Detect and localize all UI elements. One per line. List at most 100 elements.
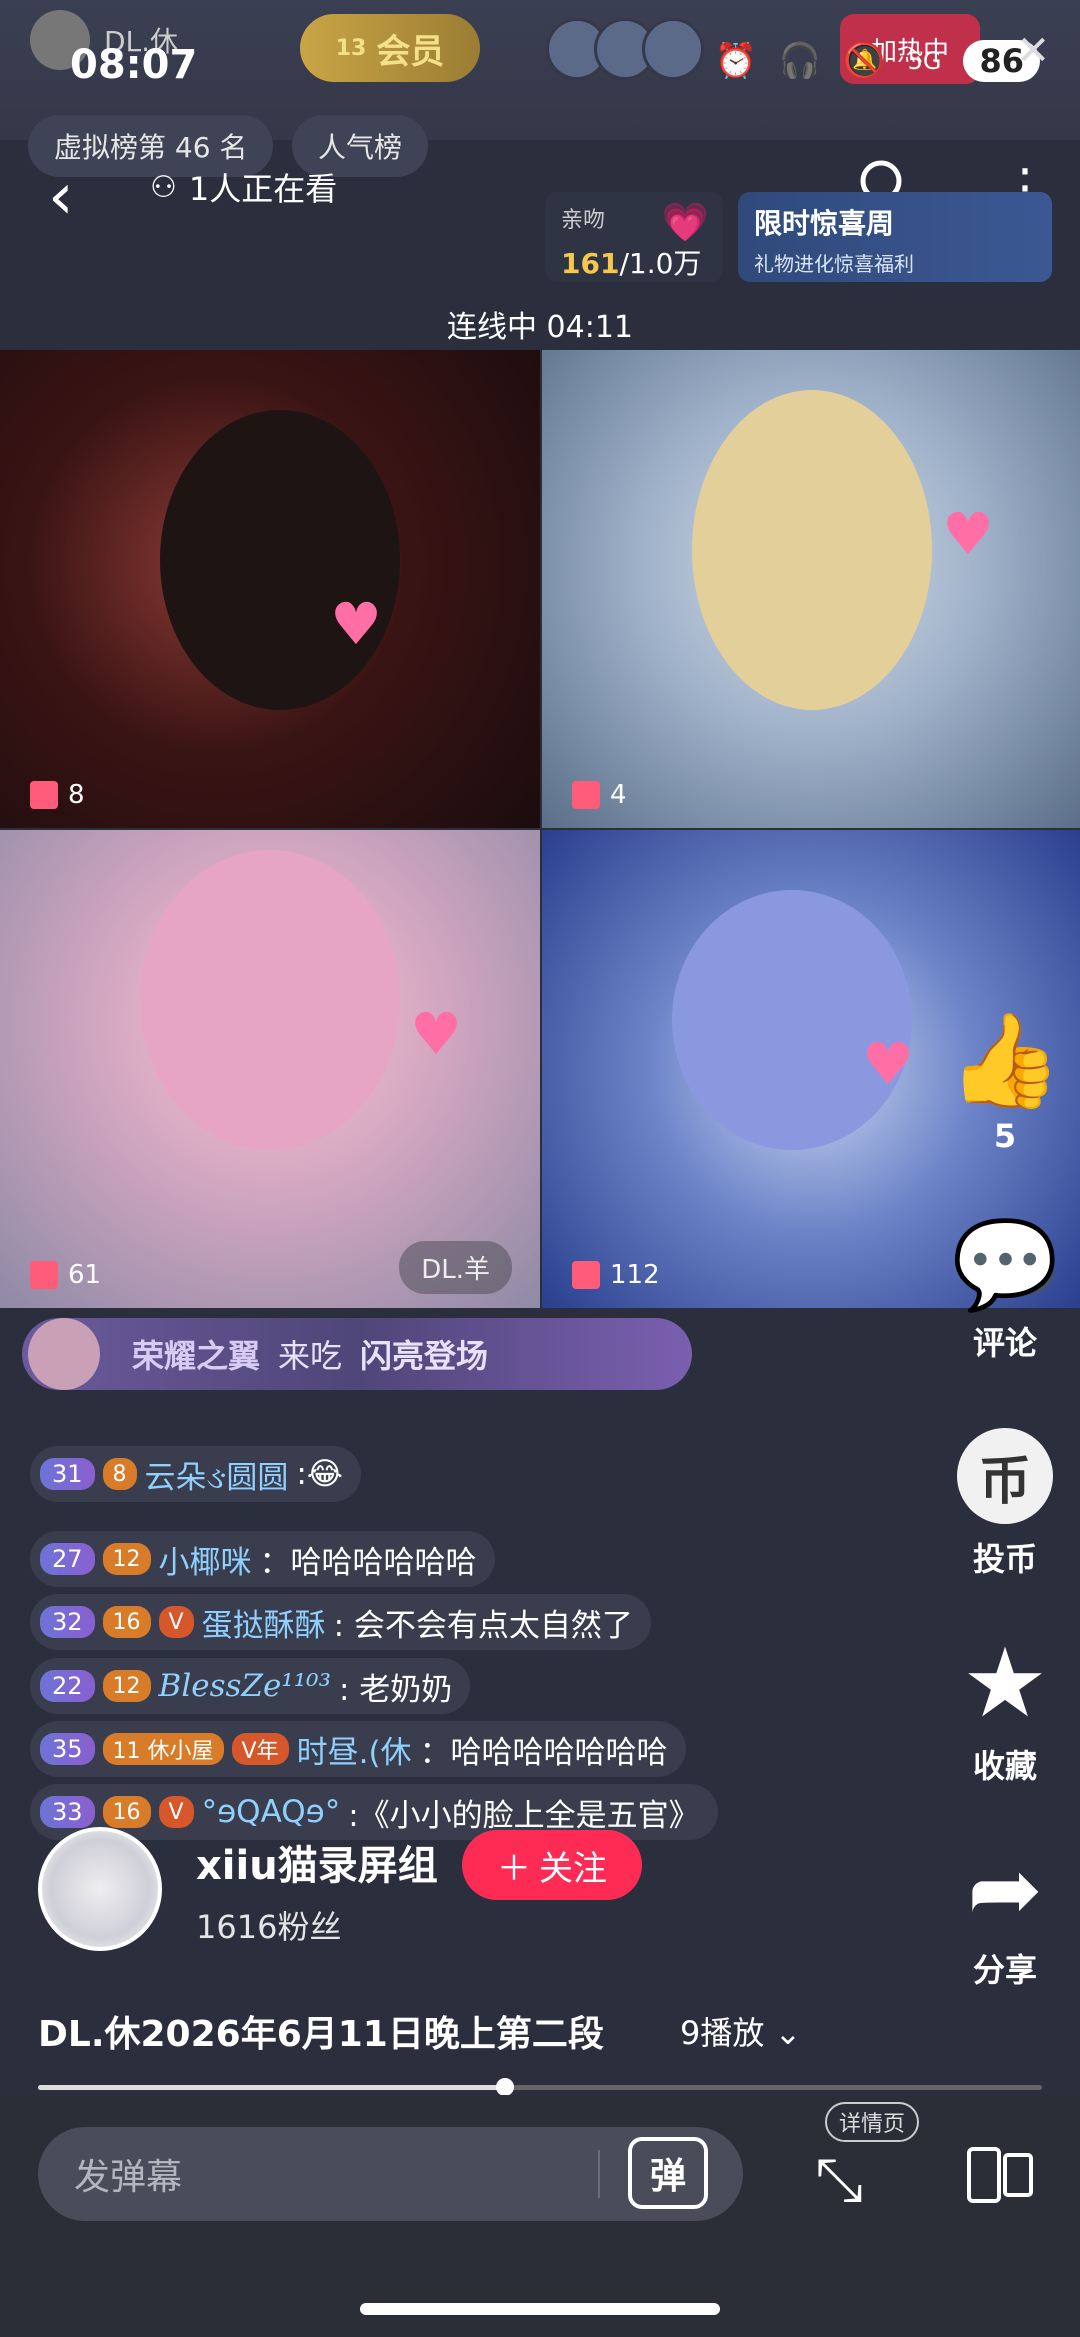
character-figure	[692, 390, 932, 710]
watching-text: 1人正在看	[188, 170, 338, 208]
character-figure	[140, 850, 400, 1150]
share-label: 分享	[972, 1951, 1037, 1989]
detail-page-tag[interactable]: 详情页	[825, 2102, 920, 2142]
tile-count: 61	[68, 1260, 102, 1290]
fan-badge: 12	[102, 1543, 151, 1575]
chat-text: ：哈哈哈哈哈哈	[259, 1544, 477, 1581]
video-grid: ♥ 8 ♥ 4 ♥ 61 DL.羊 ♥ 112 DL.	[0, 350, 1080, 1310]
like-action[interactable]: 👍 5	[930, 1007, 1080, 1156]
fan-badge: 16	[102, 1796, 151, 1828]
chat-text: :😂	[296, 1456, 343, 1492]
follow-label: 关注	[539, 1848, 607, 1889]
gift-action: 闪亮登场	[360, 1337, 489, 1375]
chat-text: : 会不会有点太自然了	[333, 1607, 633, 1644]
tile-count: 8	[68, 780, 85, 810]
fan-badge: 16	[102, 1606, 151, 1638]
level-badge: 31	[40, 1458, 95, 1490]
screen-mode-icon[interactable]	[965, 2145, 1035, 2205]
chat-username[interactable]: 时昼.(休	[297, 1727, 412, 1772]
vip-badge: V年	[231, 1733, 289, 1765]
gift-icon	[572, 1261, 600, 1289]
shrink-icon[interactable]: ⤡	[815, 2145, 863, 2215]
member-level: 13	[335, 35, 367, 61]
tile-count: 112	[610, 1260, 660, 1290]
status-time: 08:07	[70, 42, 198, 88]
viewer-avatars	[546, 18, 704, 80]
video-tile-3[interactable]: ♥ 61 DL.羊	[0, 830, 540, 1308]
heart-icon: 💗	[661, 200, 709, 244]
link-timer: 连线中 04:11	[447, 310, 633, 345]
gift-title: 荣耀之翼	[132, 1337, 261, 1375]
tile-name: DL.羊	[399, 1241, 512, 1294]
level-badge: 35	[40, 1733, 95, 1765]
watching-count: ⚇ 1人正在看	[150, 164, 337, 210]
avatar	[642, 18, 704, 80]
promo-title: 限时惊喜周	[754, 207, 895, 240]
chat-text: :《小小的脸上全是五官》	[348, 1797, 700, 1834]
gift-user: 来吃	[278, 1337, 343, 1375]
chat-username[interactable]: °ɘQAQɘ°	[202, 1794, 341, 1830]
fan-badge: 12	[102, 1670, 151, 1702]
like-count: 5	[993, 1117, 1017, 1155]
gift-icon	[30, 781, 58, 809]
coin-action[interactable]: 币 投币	[930, 1428, 1080, 1580]
share-action[interactable]: ➦ 分享	[930, 1845, 1080, 1991]
home-indicator[interactable]	[360, 2303, 720, 2315]
fan-badge: 11 休小屋	[102, 1733, 224, 1765]
danmu-toggle-label: 弹	[649, 2156, 686, 2197]
chat-message: 35 11 休小屋 V年 时昼.(休 ：哈哈哈哈哈哈哈	[30, 1721, 686, 1777]
level-badge: 27	[40, 1543, 95, 1575]
chat-text: ：哈哈哈哈哈哈哈	[419, 1734, 668, 1771]
video-tile-1[interactable]: ♥ 8	[0, 350, 540, 828]
heart-icon: ♥	[862, 1030, 914, 1098]
member-pill: 13 会员	[300, 14, 480, 82]
alarm-icon: ⏰	[714, 41, 757, 81]
comment-action[interactable]: 💬 评论	[930, 1222, 1080, 1364]
chat-message: 22 12 BlessZe¹¹⁰³ : 老奶奶	[30, 1658, 471, 1714]
level-badge: 33	[40, 1796, 95, 1828]
tile-count: 4	[610, 780, 627, 810]
heart-icon: ♥	[330, 590, 382, 658]
author-name[interactable]: xiiu猫录屏组	[196, 1833, 438, 1891]
chat-username[interactable]: 云朵ઙ圆圆	[145, 1452, 289, 1497]
chat-username[interactable]: BlessZe¹¹⁰³	[159, 1668, 331, 1704]
gift-entrance-banner: 荣耀之翼 来吃 闪亮登场	[22, 1318, 692, 1390]
vip-badge: V	[158, 1796, 194, 1828]
chat-username[interactable]: 小椰咪	[159, 1537, 252, 1582]
gift-icon	[572, 781, 600, 809]
tile-gift-badge: 61	[30, 1260, 101, 1290]
progress-bar[interactable]	[38, 2078, 1042, 2096]
vip-badge: V	[158, 1606, 194, 1638]
favorite-action[interactable]: ★ 收藏	[930, 1635, 1080, 1787]
thumbs-up-icon: 👍	[947, 1007, 1063, 1114]
close-icon[interactable]: ✕	[1016, 28, 1050, 74]
video-tile-2[interactable]: ♥ 4	[542, 350, 1080, 828]
promo-banner[interactable]: 限时惊喜周 礼物进化惊喜福利	[738, 192, 1052, 282]
plus-icon: ＋	[497, 1848, 531, 1889]
danmu-placeholder: 发弹幕	[74, 2157, 183, 2198]
chat-username[interactable]: 蛋挞酥酥	[202, 1600, 326, 1645]
tile-gift-badge: 112	[572, 1260, 660, 1290]
chat-text: : 老奶奶	[339, 1671, 453, 1708]
video-title: DL.休2026年6月11日晚上第二段	[38, 2014, 604, 2055]
viewers-icon: ⚇	[150, 169, 177, 205]
favorite-label: 收藏	[972, 1747, 1037, 1785]
coin-label: 投币	[972, 1540, 1037, 1578]
progress-knob[interactable]	[495, 2078, 514, 2096]
kiss-goal-box[interactable]: 亲吻 161/1.0万 💗	[545, 192, 723, 282]
author-fans: 1616粉丝	[196, 1908, 342, 1946]
member-label: 会员	[376, 31, 445, 72]
author-avatar[interactable]	[38, 1827, 162, 1951]
headphones-icon: 🎧	[778, 41, 822, 81]
avatar	[28, 1318, 100, 1390]
level-badge: 22	[40, 1670, 95, 1702]
progress-fill	[38, 2085, 505, 2090]
chat-message: 32 16 V 蛋挞酥酥 : 会不会有点太自然了	[30, 1594, 651, 1650]
follow-button[interactable]: ＋ 关注	[462, 1830, 642, 1900]
back-arrow-icon[interactable]: ‹	[48, 160, 74, 234]
mute-icon: 🔕	[843, 41, 886, 81]
danmu-toggle-button[interactable]: 弹	[628, 2137, 708, 2209]
character-figure	[160, 410, 400, 710]
play-count[interactable]: 9播放 ⌄	[680, 2008, 801, 2054]
kiss-current: 161	[561, 247, 620, 280]
